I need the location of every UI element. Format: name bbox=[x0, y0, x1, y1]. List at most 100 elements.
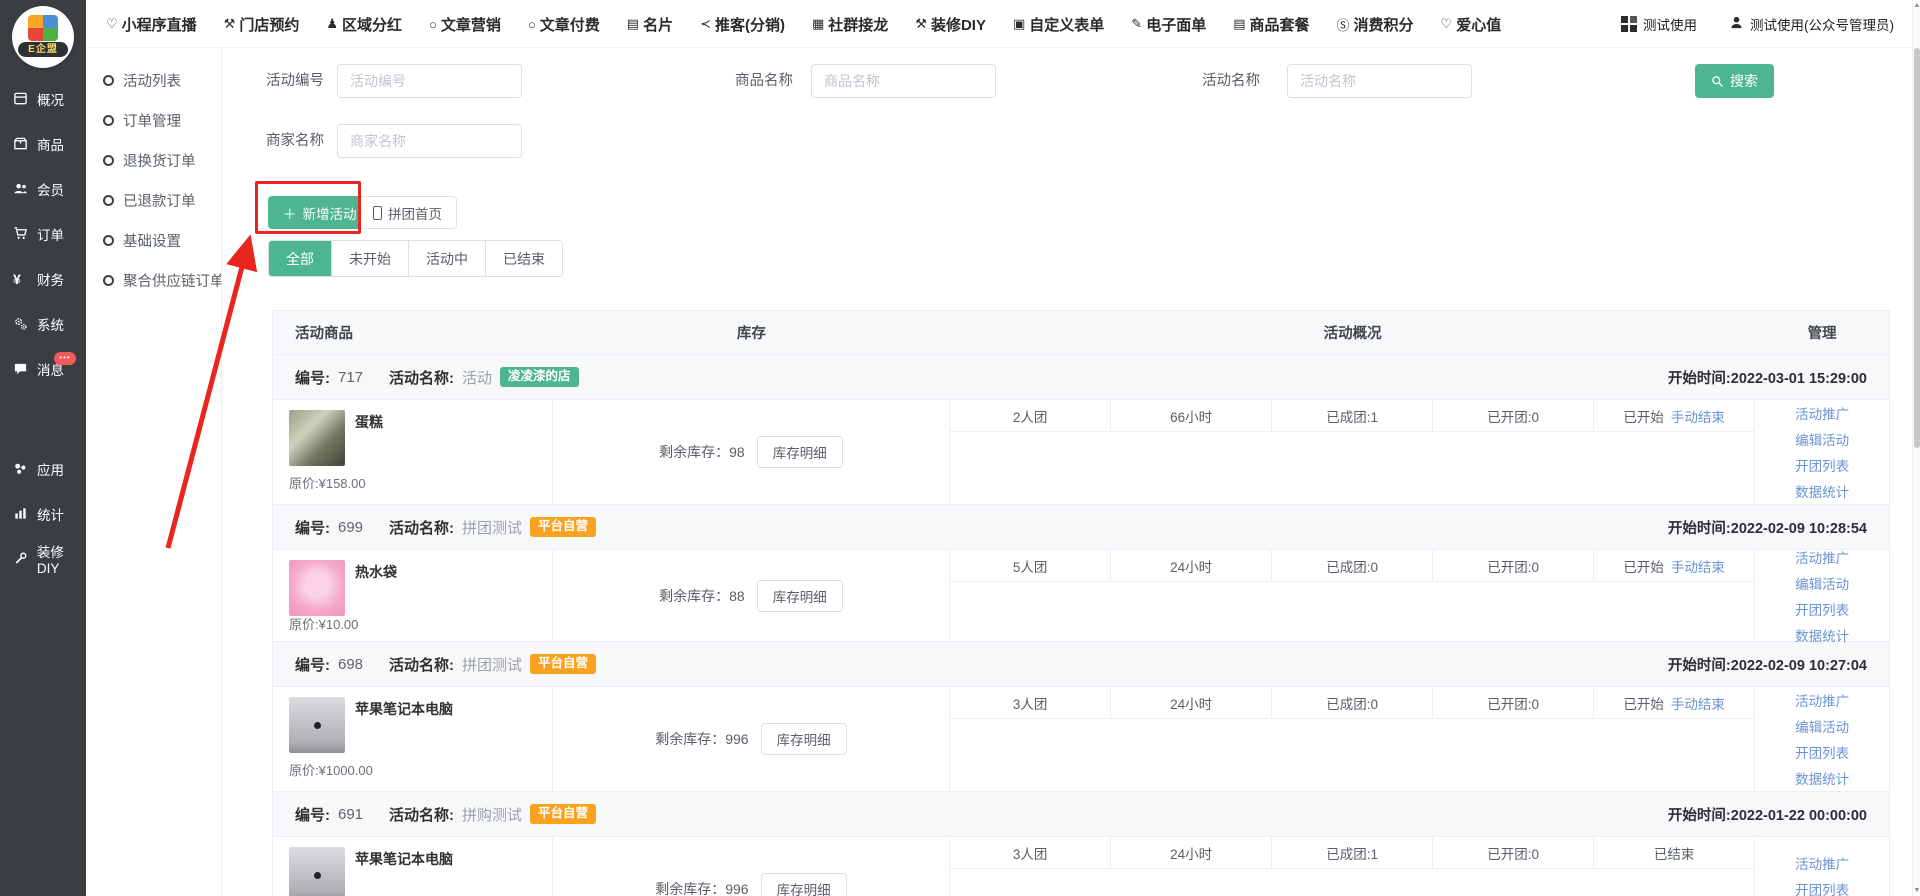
manual-end-link[interactable]: 手动结束 bbox=[1671, 556, 1725, 576]
tab-all[interactable]: 全部 bbox=[269, 241, 331, 276]
stat-duration: 24小时 bbox=[1111, 550, 1272, 581]
nav-item-mini-program-live[interactable]: ♡小程序直播 bbox=[106, 14, 197, 35]
app-logo: E企盟 bbox=[12, 6, 74, 68]
form-icon: ▣ bbox=[1013, 16, 1025, 32]
nav-item-store-booking[interactable]: ⚒门店预约 bbox=[224, 14, 300, 35]
account-menu[interactable]: 测试使用(公众号管理员) bbox=[1729, 14, 1894, 34]
mobile-icon bbox=[373, 206, 382, 220]
product-image bbox=[289, 847, 345, 896]
stock-detail-button[interactable]: 库存明细 bbox=[757, 580, 843, 612]
manual-end-link[interactable]: 手动结束 bbox=[1671, 693, 1725, 713]
scroll-up-arrow[interactable]: ▲ bbox=[1913, 2, 1920, 9]
start-time: 开始时间:2022-03-01 15:29:00 bbox=[1668, 367, 1867, 388]
activity-no: 698 bbox=[338, 656, 363, 673]
group-home-button[interactable]: 拼团首页 bbox=[358, 196, 457, 229]
table-row: 蛋糕 原价:¥158.00 剩余库存：98 库存明细 2人团 66小时 已成团:… bbox=[273, 400, 1889, 505]
promote-link[interactable]: 活动推广 bbox=[1795, 853, 1849, 873]
nav-item-distribution[interactable]: ≺推客(分销) bbox=[700, 14, 785, 35]
edit-activity-link[interactable]: 编辑活动 bbox=[1795, 573, 1849, 593]
person-figure-icon: ♟ bbox=[326, 16, 338, 32]
sidebar-item-label: 会员 bbox=[37, 179, 64, 199]
stat-group-size: 3人团 bbox=[950, 687, 1111, 718]
submenu-item-supply-chain-orders[interactable]: 聚合供应链订单管 bbox=[86, 260, 221, 300]
submenu-item-order-management[interactable]: 订单管理 bbox=[86, 100, 221, 140]
stock-detail-button[interactable]: 库存明细 bbox=[757, 436, 843, 468]
nav-item-custom-form[interactable]: ▣自定义表单 bbox=[1013, 14, 1104, 35]
chat-bubble-icon bbox=[13, 361, 33, 376]
add-activity-button[interactable]: ＋ 新增活动 bbox=[268, 196, 372, 229]
promote-link[interactable]: 活动推广 bbox=[1795, 547, 1849, 567]
bar-chart-icon bbox=[13, 506, 33, 521]
product-name: 蛋糕 bbox=[355, 412, 383, 432]
sidebar-item-members[interactable]: 会员 bbox=[0, 166, 86, 211]
nav-item-business-card[interactable]: ▤名片 bbox=[627, 14, 673, 35]
status-tabs: 全部 未开始 活动中 已结束 bbox=[268, 240, 563, 277]
merchant-name-input[interactable] bbox=[337, 124, 522, 158]
nav-item-group-chain[interactable]: ▦社群接龙 bbox=[812, 14, 888, 35]
activity-no: 717 bbox=[338, 369, 363, 386]
submenu-item-return-orders[interactable]: 退换货订单 bbox=[86, 140, 221, 180]
manual-end-link[interactable]: 手动结束 bbox=[1671, 406, 1725, 426]
goods-box-icon bbox=[13, 136, 33, 151]
table-row: 苹果笔记本电脑 原价:¥1000.00 剩余库存：996 库存明细 3人团 24… bbox=[273, 687, 1889, 792]
heart-icon: ♡ bbox=[106, 16, 118, 32]
edit-activity-link[interactable]: 编辑活动 bbox=[1795, 429, 1849, 449]
tab-in-progress[interactable]: 活动中 bbox=[408, 241, 485, 276]
group-list-link[interactable]: 开团列表 bbox=[1795, 879, 1849, 896]
group-list-link[interactable]: 开团列表 bbox=[1795, 742, 1849, 762]
stock-detail-button[interactable]: 库存明细 bbox=[761, 873, 847, 896]
sidebar-item-diy[interactable]: 装修DIY bbox=[0, 536, 86, 581]
header-activity-overview: 活动概况 bbox=[950, 322, 1755, 343]
data-stats-link[interactable]: 数据统计 bbox=[1795, 625, 1849, 645]
circle-icon: ○ bbox=[429, 17, 437, 32]
group-list-link[interactable]: 开团列表 bbox=[1795, 599, 1849, 619]
ring-icon bbox=[103, 275, 114, 286]
promote-link[interactable]: 活动推广 bbox=[1795, 403, 1849, 423]
edit-activity-link[interactable]: 编辑活动 bbox=[1795, 716, 1849, 736]
nav-item-consume-points[interactable]: Ⓢ消费积分 bbox=[1337, 14, 1414, 35]
vertical-scrollbar[interactable]: ▲ ▼ bbox=[1912, 0, 1920, 896]
table-row: 热水袋 原价:¥10.00 剩余库存：88 库存明细 5人团 24小时 已成团:… bbox=[273, 550, 1889, 642]
search-button[interactable]: 搜索 bbox=[1695, 64, 1774, 98]
wrench-icon bbox=[13, 551, 33, 566]
sidebar-item-label: 装修DIY bbox=[37, 541, 86, 576]
stock-text: 剩余库存：996 bbox=[655, 879, 748, 896]
submenu-item-basic-settings[interactable]: 基础设置 bbox=[86, 220, 221, 260]
submenu-item-refunded-orders[interactable]: 已退款订单 bbox=[86, 180, 221, 220]
stock-detail-button[interactable]: 库存明细 bbox=[761, 723, 847, 755]
submenu-item-activity-list[interactable]: 活动列表 bbox=[86, 60, 221, 100]
scroll-down-arrow[interactable]: ▼ bbox=[1913, 887, 1920, 894]
promote-link[interactable]: 活动推广 bbox=[1795, 690, 1849, 710]
tab-not-started[interactable]: 未开始 bbox=[331, 241, 408, 276]
activity-name-input[interactable] bbox=[1287, 64, 1472, 98]
stat-opened: 已开团:0 bbox=[1433, 687, 1594, 718]
stock-text: 剩余库存：98 bbox=[659, 442, 745, 462]
nav-item-region-bonus[interactable]: ♟区域分红 bbox=[326, 14, 402, 35]
sidebar-item-orders[interactable]: 订单 bbox=[0, 211, 86, 256]
sidebar-item-messages[interactable]: 消息 ••• bbox=[0, 346, 86, 391]
nav-item-article-marketing[interactable]: ○文章营销 bbox=[429, 14, 501, 35]
activity-name: 活动 bbox=[462, 367, 492, 388]
image-icon: ▦ bbox=[812, 16, 824, 32]
sidebar-item-goods[interactable]: 商品 bbox=[0, 121, 86, 166]
workspace-switcher[interactable]: 测试使用 bbox=[1621, 14, 1697, 34]
tab-ended[interactable]: 已结束 bbox=[485, 241, 562, 276]
nav-item-product-package[interactable]: ▤商品套餐 bbox=[1233, 14, 1309, 35]
sidebar-item-overview[interactable]: 概况 bbox=[0, 76, 86, 121]
data-stats-link[interactable]: 数据统计 bbox=[1795, 481, 1849, 501]
sidebar-item-apps[interactable]: 应用 bbox=[0, 446, 86, 491]
data-stats-link[interactable]: 数据统计 bbox=[1795, 768, 1849, 788]
sidebar-item-stats[interactable]: 统计 bbox=[0, 491, 86, 536]
shop-badge: 凌凌漆的店 bbox=[500, 367, 579, 387]
sidebar-item-system[interactable]: 系统 bbox=[0, 301, 86, 346]
scrollbar-thumb[interactable] bbox=[1914, 48, 1920, 448]
activity-no-input[interactable] bbox=[337, 64, 522, 98]
nav-item-e-waybill[interactable]: ✎电子面单 bbox=[1131, 14, 1206, 35]
product-name-label: 商品名称 bbox=[735, 64, 793, 98]
sidebar-item-finance[interactable]: ¥ 财务 bbox=[0, 256, 86, 301]
nav-item-article-pay[interactable]: ○文章付费 bbox=[528, 14, 600, 35]
product-name-input[interactable] bbox=[811, 64, 996, 98]
nav-item-decorate-diy[interactable]: ⚒装修DIY bbox=[915, 14, 986, 35]
nav-item-love-value[interactable]: ♡爱心值 bbox=[1441, 14, 1502, 35]
group-list-link[interactable]: 开团列表 bbox=[1795, 455, 1849, 475]
